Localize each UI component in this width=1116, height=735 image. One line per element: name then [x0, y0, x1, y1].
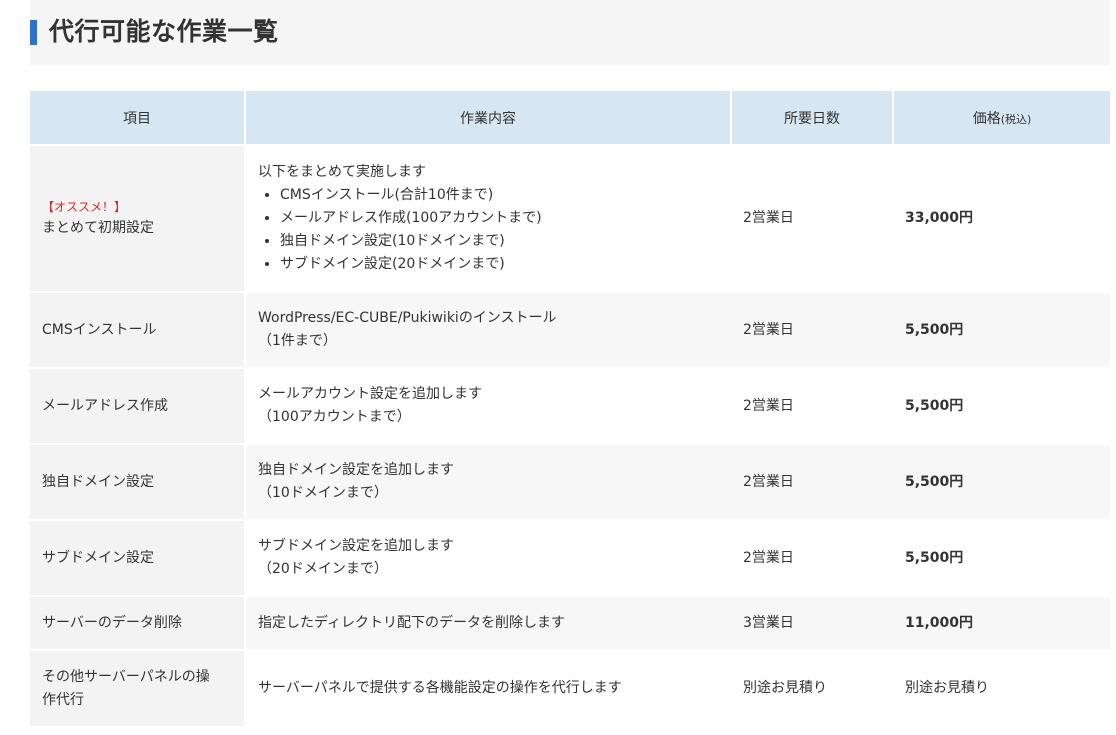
row-item: CMSインストール — [30, 292, 246, 369]
service-price-table: 項目 作業内容 所要日数 価格(税込) 【オススメ！】 まとめて初期設定 以下を… — [30, 91, 1110, 728]
row-item-line2: 作代行 — [42, 691, 84, 708]
table-row: CMSインストール WordPress/EC-CUBE/Pukiwikiのインス… — [30, 292, 1110, 369]
row-price: 33,000円 — [893, 145, 1110, 293]
row-price: 11,000円 — [893, 596, 1110, 651]
list-item: 独自ドメイン設定(10ドメインまで) — [280, 230, 719, 253]
row-content: サブドメイン設定を追加します （20ドメインまで） — [245, 520, 731, 597]
table-header-row: 項目 作業内容 所要日数 価格(税込) — [30, 91, 1110, 146]
row-days: 2営業日 — [731, 520, 893, 597]
row-content: 指定したディレクトリ配下のデータを削除します — [245, 596, 731, 651]
header-days: 所要日数 — [731, 91, 894, 146]
row-content: 以下をまとめて実施します CMSインストール(合計10件まで) メールアドレス作… — [245, 145, 731, 293]
row-days: 2営業日 — [731, 444, 893, 521]
row-content-note: （10ドメインまで） — [258, 485, 388, 501]
row-content-text: サブドメイン設定を追加します — [258, 538, 454, 554]
row-item: サーバーのデータ削除 — [30, 596, 246, 651]
header-price-label: 価格 — [972, 110, 1001, 127]
row-content-text: WordPress/EC-CUBE/Pukiwikiのインストール — [258, 310, 557, 326]
row-content: メールアカウント設定を追加します （100アカウントまで） — [245, 368, 731, 445]
recommend-tag: 【オススメ！】 — [42, 200, 127, 214]
row-days: 2営業日 — [731, 368, 893, 445]
bullet-list: CMSインストール(合計10件まで) メールアドレス作成(100アカウントまで)… — [258, 184, 719, 276]
table-row: サーバーのデータ削除 指定したディレクトリ配下のデータを削除します 3営業日 1… — [30, 596, 1110, 651]
row-price: 5,500円 — [893, 292, 1110, 369]
row-item-line1: その他サーバーパネルの操 — [42, 668, 210, 685]
heading-accent-bar — [30, 20, 37, 45]
row-content-text: 独自ドメイン設定を追加します — [258, 462, 454, 478]
row-content: 独自ドメイン設定を追加します （10ドメインまで） — [245, 444, 731, 521]
row-item: サブドメイン設定 — [30, 520, 246, 597]
row-item: 独自ドメイン設定 — [30, 444, 246, 521]
table-row: 【オススメ！】 まとめて初期設定 以下をまとめて実施します CMSインストール(… — [30, 145, 1110, 293]
row-content: サーバーパネルで提供する各機能設定の操作を代行します — [245, 650, 731, 728]
row-item: その他サーバーパネルの操 作代行 — [30, 650, 246, 728]
row-content-note: （100アカウントまで） — [258, 409, 411, 425]
list-item: CMSインストール(合計10件まで) — [280, 184, 719, 207]
row-price: 5,500円 — [893, 444, 1110, 521]
page-title: 代行可能な作業一覧 — [49, 17, 279, 46]
row-content-note: （1件まで） — [258, 333, 337, 349]
table-row: サブドメイン設定 サブドメイン設定を追加します （20ドメインまで） 2営業日 … — [30, 520, 1110, 597]
list-item: メールアドレス作成(100アカウントまで) — [280, 207, 719, 230]
row-days: 2営業日 — [731, 145, 893, 293]
table-row: 独自ドメイン設定 独自ドメイン設定を追加します （10ドメインまで） 2営業日 … — [30, 444, 1110, 521]
row-days: 2営業日 — [731, 292, 893, 369]
row-item: メールアドレス作成 — [30, 368, 246, 445]
row-content-intro: 以下をまとめて実施します — [258, 164, 426, 180]
row-price: 別途お見積り — [893, 650, 1110, 728]
row-days: 3営業日 — [731, 596, 893, 651]
list-item: サブドメイン設定(20ドメインまで) — [280, 253, 719, 276]
table-row: メールアドレス作成 メールアカウント設定を追加します （100アカウントまで） … — [30, 368, 1110, 445]
section-heading: 代行可能な作業一覧 — [30, 0, 1110, 65]
row-content-text: メールアカウント設定を追加します — [258, 386, 482, 402]
header-price-note: (税込) — [1000, 112, 1032, 126]
row-days: 別途お見積り — [731, 650, 893, 728]
header-item: 項目 — [30, 91, 246, 146]
row-item-label: まとめて初期設定 — [42, 220, 154, 236]
header-content: 作業内容 — [245, 91, 732, 146]
header-price: 価格(税込) — [893, 91, 1110, 146]
row-price: 5,500円 — [893, 368, 1110, 445]
row-content: WordPress/EC-CUBE/Pukiwikiのインストール （1件まで） — [245, 292, 731, 369]
table-row: その他サーバーパネルの操 作代行 サーバーパネルで提供する各機能設定の操作を代行… — [30, 650, 1110, 728]
row-price: 5,500円 — [893, 520, 1110, 597]
row-item: 【オススメ！】 まとめて初期設定 — [30, 145, 246, 293]
row-content-note: （20ドメインまで） — [258, 561, 388, 577]
